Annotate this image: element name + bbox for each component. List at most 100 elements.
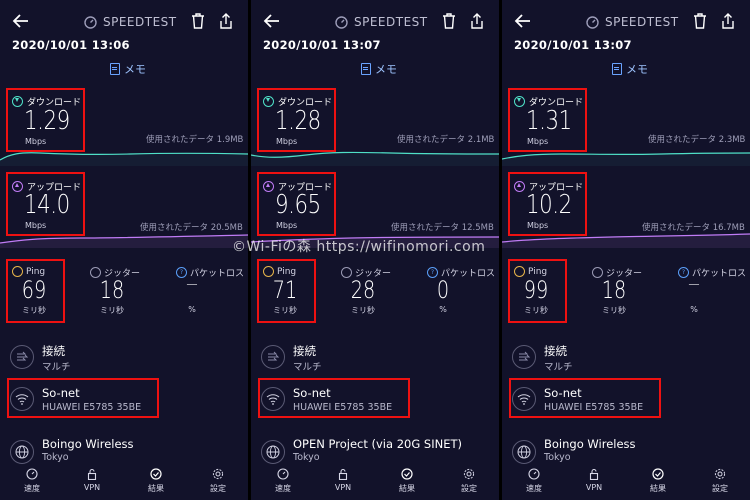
ping-unit: ミリ秒 bbox=[22, 306, 46, 315]
upload-graph bbox=[502, 233, 750, 248]
tab-results-label: 結果 bbox=[399, 484, 415, 493]
memo-icon bbox=[361, 63, 371, 75]
download-icon bbox=[12, 96, 23, 107]
provider-name: So-net bbox=[544, 386, 582, 400]
trash-icon[interactable] bbox=[190, 12, 206, 30]
jitter-value: 18 bbox=[99, 276, 125, 304]
gear-icon bbox=[463, 468, 475, 480]
tab-results[interactable]: 結果 bbox=[387, 468, 427, 494]
tab-results[interactable]: 結果 bbox=[136, 468, 176, 494]
share-icon[interactable] bbox=[218, 12, 234, 30]
brand-name: SPEEDTEST bbox=[354, 15, 428, 29]
download-unit: Mbps bbox=[25, 137, 47, 146]
upload-graph bbox=[0, 234, 248, 248]
connection-type: マルチ bbox=[42, 362, 71, 373]
connection-type: マルチ bbox=[293, 362, 322, 373]
tab-settings[interactable]: 設定 bbox=[449, 468, 489, 494]
tab-speed[interactable]: 速度 bbox=[12, 468, 52, 494]
packet-loss-unit: % bbox=[690, 305, 698, 314]
upload-icon bbox=[263, 181, 274, 192]
jitter-unit: ミリ秒 bbox=[351, 306, 375, 315]
trash-icon[interactable] bbox=[441, 12, 457, 30]
connection-type: マルチ bbox=[544, 362, 573, 373]
tab-settings[interactable]: 設定 bbox=[198, 468, 238, 494]
memo-link[interactable]: メモ bbox=[361, 61, 397, 77]
device-name: HUAWEI E5785 35BE bbox=[42, 402, 142, 413]
device-name: HUAWEI E5785 35BE bbox=[544, 402, 644, 413]
watermark: ©Wi-Fiの森 https://wifinomori.com bbox=[232, 239, 486, 255]
lock-icon bbox=[338, 468, 348, 480]
server-location: Tokyo bbox=[42, 452, 69, 463]
lock-icon bbox=[87, 468, 97, 480]
tab-speed[interactable]: 速度 bbox=[514, 468, 554, 494]
download-data-used: 使用されたデータ 2.3MB bbox=[648, 135, 746, 145]
gauge-icon bbox=[84, 15, 97, 29]
tab-vpn[interactable]: VPN bbox=[323, 468, 363, 492]
tab-speed[interactable]: 速度 bbox=[263, 468, 303, 494]
share-icon[interactable] bbox=[720, 12, 736, 30]
check-circle-icon bbox=[401, 468, 413, 480]
globe-icon bbox=[261, 440, 285, 464]
tab-vpn[interactable]: VPN bbox=[72, 468, 112, 492]
bottom-tab-bar: 速度 VPN 結果 設定 bbox=[0, 468, 248, 500]
tab-results-label: 結果 bbox=[148, 484, 164, 493]
download-graph bbox=[502, 152, 750, 166]
memo-label: メモ bbox=[124, 63, 146, 76]
server-location: Tokyo bbox=[293, 452, 320, 463]
tab-vpn-label: VPN bbox=[334, 483, 352, 492]
share-icon[interactable] bbox=[469, 12, 485, 30]
server-name: Boingo Wireless bbox=[42, 437, 134, 451]
tab-vpn[interactable]: VPN bbox=[574, 468, 614, 492]
brand-name: SPEEDTEST bbox=[605, 15, 679, 29]
multi-connection-icon bbox=[512, 345, 536, 369]
upload-icon bbox=[514, 181, 525, 192]
packet-loss-value: — bbox=[688, 276, 700, 292]
lock-icon bbox=[589, 468, 599, 480]
check-circle-icon bbox=[150, 468, 162, 480]
ping-value: 69 bbox=[21, 276, 47, 304]
memo-icon bbox=[110, 63, 120, 75]
wifi-icon bbox=[261, 387, 285, 411]
gauge-icon bbox=[335, 15, 348, 29]
server-name: Boingo Wireless bbox=[544, 437, 636, 451]
memo-link[interactable]: メモ bbox=[612, 61, 648, 77]
speedtest-logo: SPEEDTEST bbox=[84, 15, 177, 29]
download-unit: Mbps bbox=[527, 137, 549, 146]
jitter-unit: ミリ秒 bbox=[602, 306, 626, 315]
gauge-icon bbox=[26, 468, 38, 480]
connection-title: 接続 bbox=[293, 344, 316, 358]
gauge-icon bbox=[528, 468, 540, 480]
test-datetime: 2020/10/01 13:07 bbox=[263, 38, 381, 52]
packet-loss-unit: % bbox=[188, 305, 196, 314]
result-panel-1: SPEEDTEST 2020/10/01 13:06 メモ ダウンロード 1.2… bbox=[0, 0, 248, 500]
jitter-value: 28 bbox=[350, 276, 376, 304]
trash-icon[interactable] bbox=[692, 12, 708, 30]
test-datetime: 2020/10/01 13:07 bbox=[514, 38, 632, 52]
memo-link[interactable]: メモ bbox=[110, 61, 146, 77]
provider-name: So-net bbox=[293, 386, 331, 400]
globe-icon bbox=[10, 440, 34, 464]
provider-name: So-net bbox=[42, 386, 80, 400]
speedtest-logo: SPEEDTEST bbox=[335, 15, 428, 29]
ping-value: 71 bbox=[272, 276, 298, 304]
memo-label: メモ bbox=[375, 63, 397, 76]
tab-settings-label: 設定 bbox=[210, 484, 226, 493]
packet-loss-unit: % bbox=[439, 305, 447, 314]
jitter-unit: ミリ秒 bbox=[100, 306, 124, 315]
test-datetime: 2020/10/01 13:06 bbox=[12, 38, 130, 52]
tab-results[interactable]: 結果 bbox=[638, 468, 678, 494]
download-data-used: 使用されたデータ 2.1MB bbox=[397, 135, 495, 145]
server-location: Tokyo bbox=[544, 452, 571, 463]
ping-label-text: Ping bbox=[528, 266, 548, 277]
brand-name: SPEEDTEST bbox=[103, 15, 177, 29]
tab-settings[interactable]: 設定 bbox=[700, 468, 740, 494]
gear-icon bbox=[212, 468, 224, 480]
result-panel-3: SPEEDTEST 2020/10/01 13:07 メモ ダウンロード 1.3… bbox=[502, 0, 750, 500]
upload-icon bbox=[12, 181, 23, 192]
download-data-used: 使用されたデータ 1.9MB bbox=[146, 135, 244, 145]
back-arrow-icon[interactable] bbox=[12, 12, 30, 30]
tab-vpn-label: VPN bbox=[585, 483, 603, 492]
back-arrow-icon[interactable] bbox=[263, 12, 281, 30]
back-arrow-icon[interactable] bbox=[514, 12, 532, 30]
download-speed: 1.29 bbox=[24, 106, 70, 136]
